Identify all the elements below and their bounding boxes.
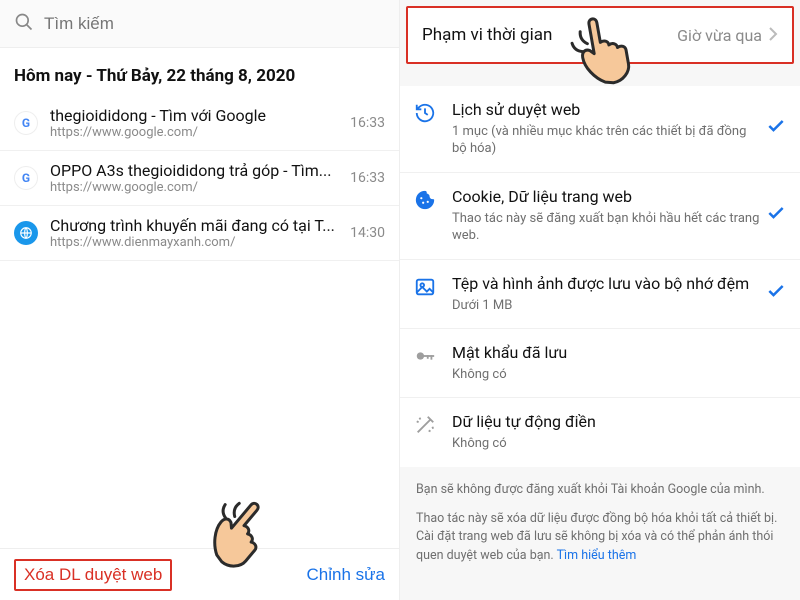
history-icon [414, 102, 438, 128]
option-subtitle: Không có [452, 435, 762, 453]
history-item[interactable]: G thegioididong - Tìm với Google https:/… [0, 96, 399, 151]
option-subtitle: 1 mục (và nhiều mục khác trên các thiết … [452, 123, 762, 158]
image-icon [414, 276, 438, 302]
history-title: OPPO A3s thegioididong trả góp - Tìm... [50, 161, 342, 180]
history-url: https://www.google.com/ [50, 125, 342, 140]
clear-data-pane: Phạm vi thời gian Giờ vừa qua Lịch sử du… [400, 0, 800, 600]
footnote-text: Thao tác này sẽ xóa dữ liệu được đồng bộ… [416, 510, 784, 566]
check-icon [762, 116, 786, 141]
google-favicon-icon: G [14, 111, 38, 135]
history-title: Chương trình khuyến mãi đang có tại T... [50, 216, 342, 235]
learn-more-link[interactable]: Tìm hiểu thêm [557, 548, 637, 563]
history-time: 16:33 [350, 170, 385, 186]
cookie-icon [414, 189, 438, 215]
footnotes: Bạn sẽ không được đăng xuất khỏi Tài kho… [400, 467, 800, 576]
search-icon [14, 12, 34, 36]
time-range-label: Phạm vi thời gian [422, 25, 552, 45]
search-bar [0, 0, 399, 48]
clear-browsing-data-button[interactable]: Xóa DL duyệt web [14, 559, 172, 591]
search-input[interactable] [44, 14, 385, 34]
footnote-text: Bạn sẽ không được đăng xuất khỏi Tài kho… [416, 481, 784, 500]
option-subtitle: Dưới 1 MB [452, 297, 762, 315]
option-title: Mật khẩu đã lưu [452, 343, 762, 364]
option-cookies[interactable]: Cookie, Dữ liệu trang web Thao tác này s… [400, 173, 800, 260]
date-header: Hôm nay - Thứ Bảy, 22 tháng 8, 2020 [0, 48, 399, 96]
history-pane: Hôm nay - Thứ Bảy, 22 tháng 8, 2020 G th… [0, 0, 400, 600]
history-title: thegioididong - Tìm với Google [50, 106, 342, 125]
option-title: Dữ liệu tự động điền [452, 412, 762, 433]
history-footer: Xóa DL duyệt web Chỉnh sửa [0, 548, 399, 600]
tutorial-hand-icon [562, 1, 645, 92]
edit-button[interactable]: Chỉnh sửa [307, 565, 385, 585]
option-title: Cookie, Dữ liệu trang web [452, 187, 762, 208]
option-subtitle: Không có [452, 366, 762, 384]
history-list: G thegioididong - Tìm với Google https:/… [0, 96, 399, 548]
option-saved-passwords[interactable]: Mật khẩu đã lưu Không có [400, 329, 800, 398]
option-browsing-history[interactable]: Lịch sử duyệt web 1 mục (và nhiều mục kh… [400, 86, 800, 173]
option-subtitle: Thao tác này sẽ đăng xuất bạn khỏi hầu h… [452, 210, 762, 245]
history-url: https://www.google.com/ [50, 180, 342, 195]
history-time: 16:33 [350, 115, 385, 131]
key-icon [414, 345, 438, 371]
chevron-right-icon [768, 26, 778, 45]
option-title: Lịch sử duyệt web [452, 100, 762, 121]
history-item[interactable]: Chương trình khuyến mãi đang có tại T...… [0, 206, 399, 261]
option-title: Tệp và hình ảnh được lưu vào bộ nhớ đệm [452, 274, 762, 295]
history-item[interactable]: G OPPO A3s thegioididong trả góp - Tìm..… [0, 151, 399, 206]
time-range-selector[interactable]: Phạm vi thời gian Giờ vừa qua [406, 6, 794, 64]
clear-data-options: Lịch sử duyệt web 1 mục (và nhiều mục kh… [400, 86, 800, 467]
option-cached-images[interactable]: Tệp và hình ảnh được lưu vào bộ nhớ đệm … [400, 260, 800, 329]
site-favicon-icon [14, 221, 38, 245]
history-url: https://www.dienmayxanh.com/ [50, 235, 342, 250]
history-time: 14:30 [350, 225, 385, 241]
check-icon [762, 281, 786, 306]
time-range-value: Giờ vừa qua [677, 26, 778, 45]
option-autofill[interactable]: Dữ liệu tự động điền Không có [400, 398, 800, 466]
check-icon [762, 203, 786, 228]
google-favicon-icon: G [14, 166, 38, 190]
wand-icon [414, 414, 438, 440]
